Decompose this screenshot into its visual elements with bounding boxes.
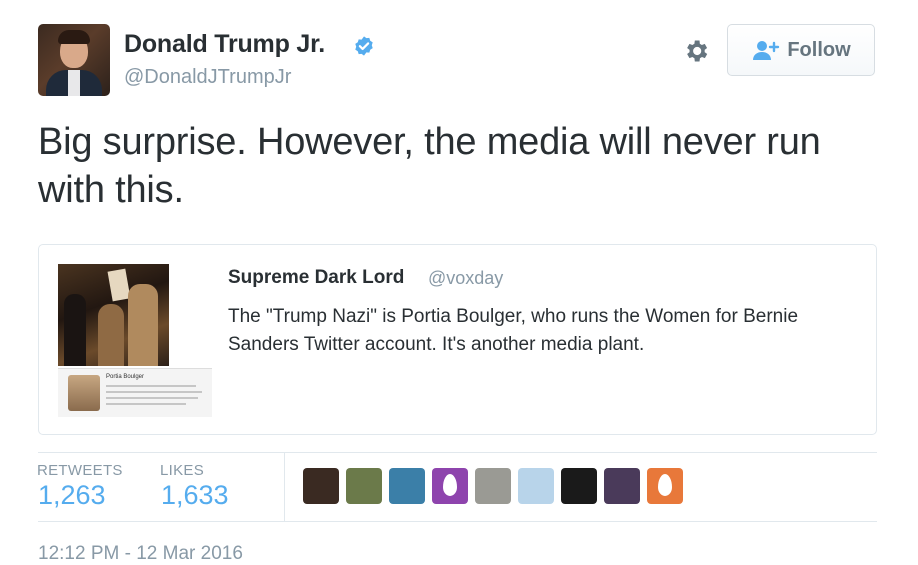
article-caption: Portia Boulger (106, 374, 145, 380)
author-avatar[interactable] (38, 24, 110, 96)
liker-avatar-3[interactable] (389, 468, 425, 504)
likers-avatar-list (303, 468, 683, 504)
likes-label: LIKES (160, 462, 205, 479)
gear-icon[interactable] (682, 37, 710, 65)
liker-avatar-egg-orange[interactable] (647, 468, 683, 504)
liker-avatar-1[interactable] (303, 468, 339, 504)
follow-label: Follow (787, 38, 851, 61)
quoted-author-handle[interactable]: @voxday (428, 268, 503, 289)
tweet-text: Big surprise. However, the media will ne… (38, 121, 821, 211)
liker-avatar-egg-purple[interactable] (432, 468, 468, 504)
portrait-photo (68, 375, 100, 411)
liker-avatar-5[interactable] (475, 468, 511, 504)
liker-avatar-8[interactable] (604, 468, 640, 504)
quoted-tweet-text: The "Trump Nazi" is Portia Boulger, who … (228, 306, 799, 355)
stats-divider-top (38, 452, 877, 453)
quoted-tweet-card[interactable]: Portia Boulger Supreme Dark Lord @voxday… (38, 244, 877, 435)
egg-icon (658, 474, 672, 496)
author-name[interactable]: Donald Trump Jr. (124, 30, 325, 59)
likes-count[interactable]: 1,633 (161, 480, 229, 511)
stats-divider-bottom (38, 521, 877, 522)
quoted-tweet-media[interactable]: Portia Boulger (58, 264, 212, 417)
protest-photo (58, 264, 169, 366)
author-handle[interactable]: @DonaldJTrumpJr (124, 66, 291, 89)
follow-button[interactable]: Follow (727, 24, 875, 76)
verified-badge-icon (355, 36, 373, 56)
retweets-count[interactable]: 1,263 (38, 480, 106, 511)
liker-avatar-6[interactable] (518, 468, 554, 504)
egg-icon (443, 474, 457, 496)
retweets-label: RETWEETS (37, 462, 123, 479)
quoted-author-name[interactable]: Supreme Dark Lord (228, 267, 404, 289)
liker-avatar-7[interactable] (561, 468, 597, 504)
liker-avatar-2[interactable] (346, 468, 382, 504)
article-screenshot: Portia Boulger (58, 368, 212, 417)
stats-divider-vertical (284, 452, 285, 521)
add-user-icon (753, 41, 780, 60)
